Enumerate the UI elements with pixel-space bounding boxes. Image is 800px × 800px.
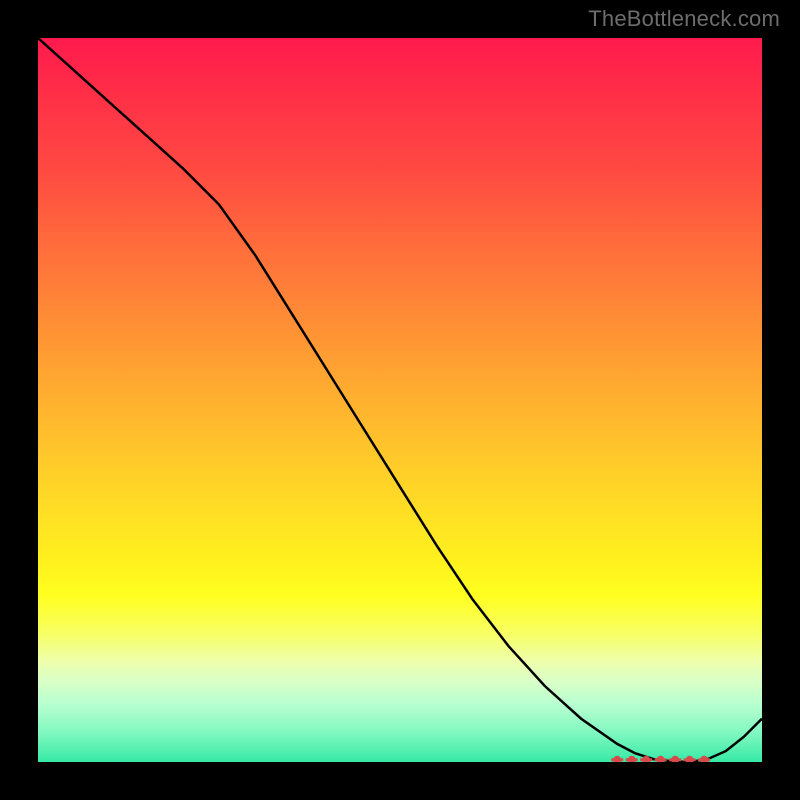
marker-dot: [628, 756, 636, 762]
marker-dot: [671, 756, 679, 762]
chart-frame: TheBottleneck.com: [0, 0, 800, 800]
marker-dot: [642, 756, 650, 762]
bottom-markers: [611, 756, 710, 762]
watermark-text: TheBottleneck.com: [588, 6, 780, 32]
curve-svg: [38, 38, 762, 762]
marker-dot: [686, 756, 694, 762]
bottleneck-curve: [38, 38, 762, 762]
marker-dot: [613, 756, 621, 762]
plot-area: [38, 38, 762, 762]
marker-dot: [657, 756, 665, 762]
marker-dot: [700, 756, 708, 762]
